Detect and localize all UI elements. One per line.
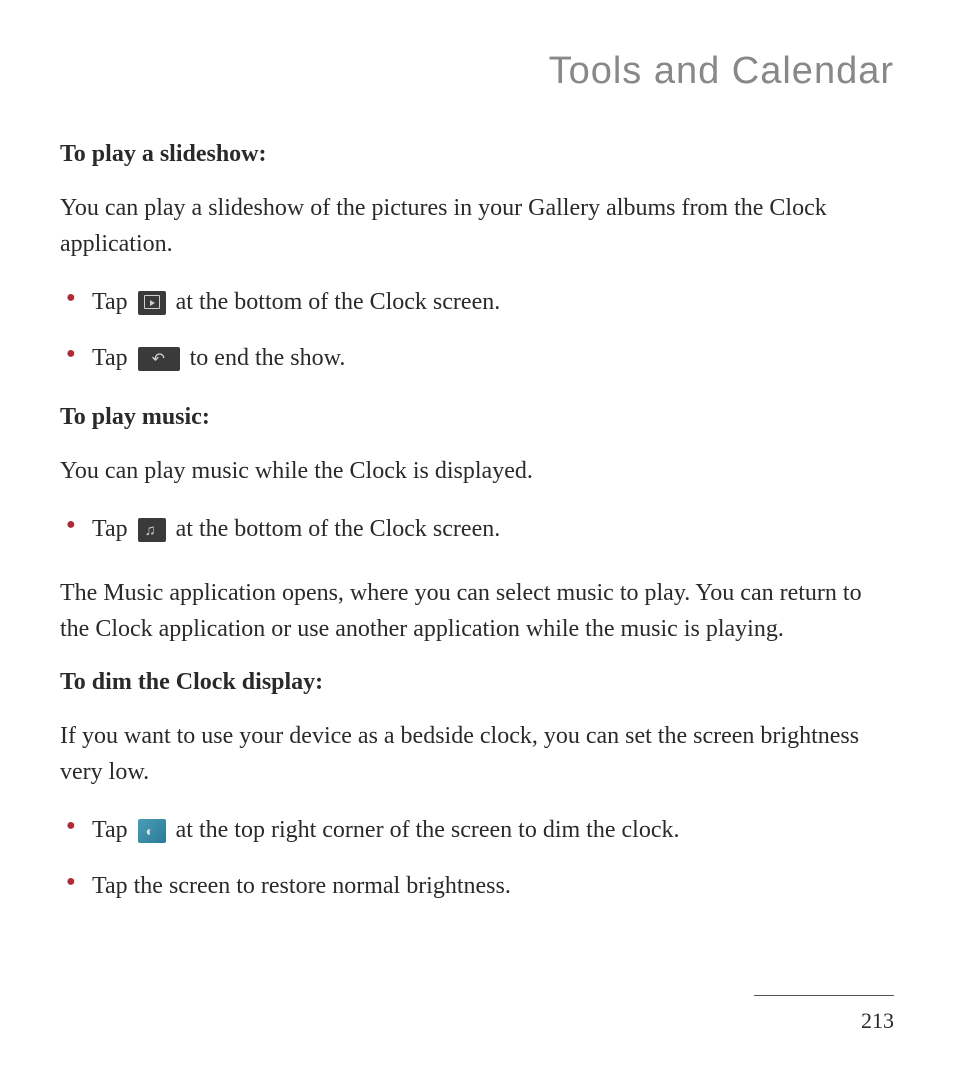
music-outro: The Music application opens, where you c… bbox=[60, 575, 894, 647]
list-item: Tap at the top right corner of the scree… bbox=[60, 812, 894, 848]
slideshow-intro: You can play a slideshow of the pictures… bbox=[60, 190, 894, 262]
list-item: Tap to end the show. bbox=[60, 340, 894, 376]
slideshow-icon bbox=[138, 291, 166, 315]
back-icon bbox=[138, 347, 180, 371]
dim-heading: To dim the Clock display: bbox=[60, 669, 894, 696]
music-intro: You can play music while the Clock is di… bbox=[60, 453, 894, 489]
music-heading: To play music: bbox=[60, 404, 894, 431]
bullet-text-post: at the bottom of the Clock screen. bbox=[176, 516, 501, 542]
list-item: Tap at the bottom of the Clock screen. bbox=[60, 284, 894, 320]
list-item: Tap the screen to restore normal brightn… bbox=[60, 868, 894, 904]
dim-bullets: Tap at the top right corner of the scree… bbox=[60, 812, 894, 904]
bullet-text-pre: Tap the screen to restore normal brightn… bbox=[92, 873, 511, 899]
bullet-text-pre: Tap bbox=[92, 817, 134, 843]
bullet-text-post: at the bottom of the Clock screen. bbox=[176, 289, 501, 315]
bullet-text-pre: Tap bbox=[92, 345, 134, 371]
music-bullets: Tap at the bottom of the Clock screen. bbox=[60, 511, 894, 547]
bullet-text-post: to end the show. bbox=[190, 345, 346, 371]
slideshow-heading: To play a slideshow: bbox=[60, 141, 894, 168]
bullet-text-pre: Tap bbox=[92, 289, 134, 315]
dim-intro: If you want to use your device as a beds… bbox=[60, 718, 894, 790]
music-icon bbox=[138, 518, 166, 542]
slideshow-bullets: Tap at the bottom of the Clock screen. T… bbox=[60, 284, 894, 376]
list-item: Tap at the bottom of the Clock screen. bbox=[60, 511, 894, 547]
bullet-text-pre: Tap bbox=[92, 516, 134, 542]
page-number: 213 bbox=[754, 1008, 894, 1034]
bullet-text-post: at the top right corner of the screen to… bbox=[176, 817, 680, 843]
page-footer: 213 bbox=[754, 995, 894, 1034]
page-title: Tools and Calendar bbox=[60, 50, 894, 93]
footer-divider bbox=[754, 995, 894, 996]
dim-icon bbox=[138, 819, 166, 843]
